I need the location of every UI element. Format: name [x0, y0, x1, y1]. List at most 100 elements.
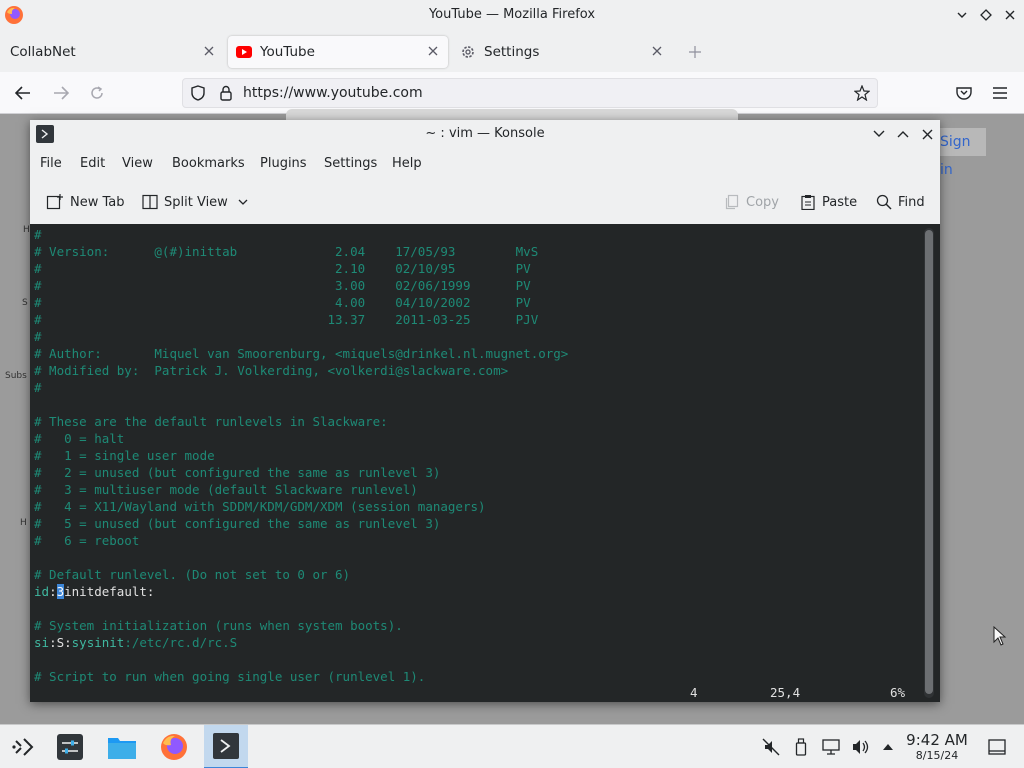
terminal-token: :S: [49, 635, 72, 650]
gear-icon [460, 44, 476, 60]
terminal-line: # Default runlevel. (Do not set to 0 or … [34, 567, 351, 582]
copy-label: Copy [746, 194, 779, 210]
terminal-line: # 13.37 2011-03-25 PJV [34, 312, 539, 327]
konsole-window: ~ : vim — Konsole File Edit View Bookmar… [30, 120, 940, 702]
terminal-view[interactable]: # # Version: @(#)inittab 2.04 17/05/93 Mv… [30, 224, 940, 702]
menu-view[interactable]: View [122, 156, 153, 171]
paste-icon [801, 195, 815, 210]
tab-collabnet[interactable]: CollabNet [0, 36, 224, 68]
sidebar-fragment-1: H [23, 225, 30, 235]
split-view-label: Split View [164, 194, 228, 210]
taskbar-system-settings[interactable] [48, 725, 92, 768]
taskbar-file-manager[interactable] [100, 725, 144, 768]
terminal-line: # [34, 329, 42, 344]
close-tab-icon[interactable] [202, 44, 216, 58]
terminal-line: # Version: @(#)inittab 2.04 17/05/93 MvS [34, 244, 539, 259]
maximize-icon[interactable] [976, 5, 996, 25]
terminal-line: # Script to run when going single user (… [34, 669, 426, 684]
pocket-icon[interactable] [954, 84, 974, 102]
vim-status-percent: 6% [890, 685, 906, 700]
reload-icon[interactable] [86, 84, 108, 102]
close-tab-icon[interactable] [650, 44, 664, 58]
system-tray-expand-icon[interactable] [880, 739, 896, 755]
firefox-titlebar: YouTube — Mozilla Firefox [0, 0, 1024, 30]
terminal-line: # 3.00 02/06/1999 PV [34, 278, 531, 293]
terminal-line: # [34, 227, 42, 242]
volume-icon[interactable] [850, 737, 872, 757]
app-launcher-button[interactable] [0, 725, 44, 768]
mouse-pointer-icon [993, 625, 1007, 650]
menu-file[interactable]: File [40, 156, 62, 171]
clock-date: 8/15/24 [915, 749, 959, 762]
scrollbar-thumb[interactable] [925, 230, 933, 694]
close-icon[interactable] [918, 125, 936, 143]
menu-plugins[interactable]: Plugins [260, 156, 307, 171]
taskbar-firefox[interactable] [152, 725, 196, 768]
taskbar-konsole[interactable] [204, 725, 248, 768]
digital-clock[interactable]: 9:42 AM 8/15/24 [900, 731, 974, 762]
terminal-scrollbar[interactable] [924, 228, 934, 698]
sidebar-fragment-2: S [22, 298, 28, 308]
tab-label: YouTube [260, 44, 315, 60]
hamburger-menu-icon[interactable] [990, 84, 1010, 102]
new-tab-icon[interactable] [686, 44, 704, 60]
split-view-icon [142, 194, 158, 210]
maximize-icon[interactable] [894, 125, 912, 143]
forward-icon[interactable] [50, 84, 72, 102]
terminal-token: : [49, 584, 57, 599]
chevron-down-icon [238, 199, 248, 205]
menu-settings[interactable]: Settings [324, 156, 377, 171]
terminal-token: si [34, 635, 50, 650]
bookmark-star-icon[interactable] [853, 84, 871, 102]
terminal-line: # 6 = reboot [34, 533, 140, 548]
terminal-line: # [34, 380, 42, 395]
sidebar-fragment-3: Subs [5, 371, 27, 381]
close-icon[interactable] [1000, 5, 1020, 25]
menu-edit[interactable]: Edit [80, 156, 105, 171]
tab-label: Settings [484, 44, 540, 60]
close-tab-icon[interactable] [426, 44, 440, 58]
terminal-line: # Author: Miquel van Smoorenburg, <mique… [34, 346, 569, 361]
terminal-line: # 2 = unused (but configured the same as… [34, 465, 441, 480]
show-desktop-icon[interactable] [986, 737, 1008, 757]
terminal-line: # System initialization (runs when syste… [34, 618, 403, 633]
terminal-line: id:3initdefault: [34, 583, 154, 600]
vim-status-cursor-position: 25,4 [770, 685, 801, 700]
url-bar[interactable]: https://www.youtube.com [182, 78, 878, 108]
clock-time: 9:42 AM [906, 731, 968, 749]
tab-label: CollabNet [10, 44, 76, 60]
menu-bookmarks[interactable]: Bookmarks [172, 156, 245, 171]
network-wired-icon[interactable] [820, 737, 842, 757]
usb-device-icon[interactable] [792, 737, 810, 757]
lock-icon[interactable] [217, 84, 235, 102]
back-icon[interactable] [12, 84, 34, 102]
terminal-token: id [34, 584, 50, 599]
tab-settings[interactable]: Settings [452, 36, 672, 68]
firefox-icon [161, 734, 187, 760]
minimize-icon[interactable] [952, 5, 972, 25]
system-settings-icon [57, 734, 83, 760]
find-button[interactable]: Find [876, 191, 925, 213]
new-tab-button[interactable]: New Tab [46, 191, 125, 213]
terminal-line: # 0 = halt [34, 431, 125, 446]
konsole-icon [213, 733, 239, 759]
copy-button[interactable]: Copy [724, 191, 779, 213]
konsole-toolbar: New Tab Split View Copy Paste Find [30, 182, 940, 222]
youtube-sign-in-button[interactable]: Sign in [936, 128, 986, 178]
terminal-line: # 2.10 02/10/95 PV [34, 261, 531, 276]
konsole-window-title: ~ : vim — Konsole [425, 126, 545, 141]
notifications-muted-icon[interactable] [760, 737, 782, 757]
search-icon [876, 194, 892, 210]
terminal-line: # These are the default runlevels in Sla… [34, 414, 388, 429]
paste-button[interactable]: Paste [800, 191, 857, 213]
terminal-line: # 1 = single user mode [34, 448, 215, 463]
konsole-menubar: File Edit View Bookmarks Plugins Setting… [30, 148, 940, 178]
minimize-icon[interactable] [870, 125, 888, 143]
tab-youtube[interactable]: YouTube [228, 36, 448, 68]
menu-help[interactable]: Help [392, 156, 422, 171]
new-tab-icon [46, 194, 63, 210]
terminal-line: # 5 = unused (but configured the same as… [34, 516, 441, 531]
tracking-shield-icon[interactable] [189, 84, 207, 102]
split-view-button[interactable]: Split View [142, 191, 254, 213]
url-text[interactable]: https://www.youtube.com [243, 85, 423, 101]
